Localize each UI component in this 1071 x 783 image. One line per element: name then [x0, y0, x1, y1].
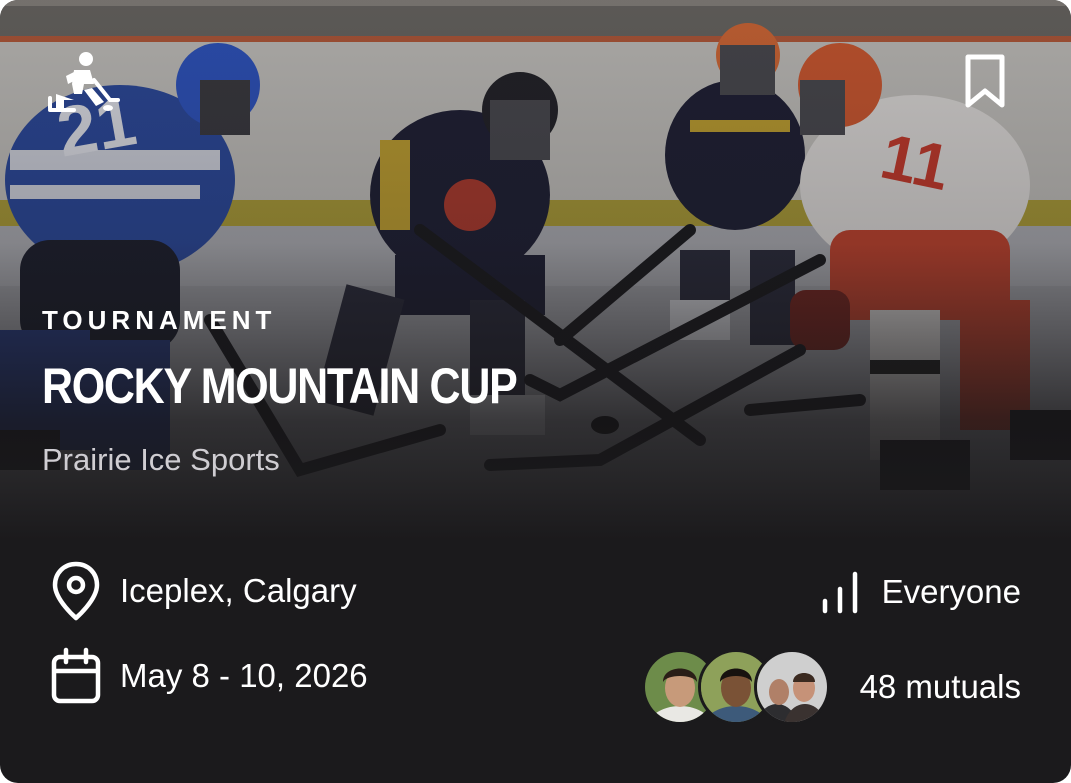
event-card[interactable]: 21 [0, 0, 1071, 783]
event-organizer[interactable]: Prairie Ice Sports [42, 442, 280, 478]
signal-bars-icon [820, 569, 860, 615]
level-row: Everyone [820, 562, 1021, 622]
mutual-avatar-3 [753, 649, 830, 725]
calendar-icon [50, 647, 102, 705]
event-title: ROCKY MOUNTAIN CUP [42, 358, 518, 414]
bookmark-button[interactable] [956, 48, 1014, 114]
location-pin-icon [50, 560, 102, 622]
mutuals-count: 48 mutuals [859, 668, 1021, 705]
event-dates: May 8 - 10, 2026 [120, 657, 368, 694]
mutual-avatars[interactable] [641, 649, 830, 725]
event-location: Iceplex, Calgary [120, 572, 357, 609]
ice-hockey-icon [44, 50, 120, 114]
bookmark-icon [965, 54, 1005, 108]
event-category: TOURNAMENT [42, 305, 277, 335]
location-row: Iceplex, Calgary [50, 560, 357, 622]
date-row: May 8 - 10, 2026 [50, 645, 368, 707]
mutuals-row[interactable]: 48 mutuals [641, 645, 1021, 729]
event-level: Everyone [881, 573, 1021, 610]
